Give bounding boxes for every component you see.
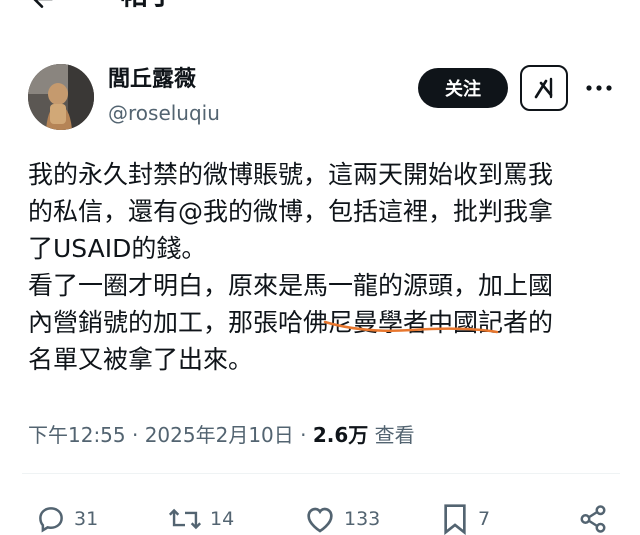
post-meta: 下午12:55 · 2025年2月10日 · 2.6万 查看 (28, 422, 415, 448)
top-bar: 帖子 (0, 0, 640, 14)
bookmark-icon (444, 504, 466, 535)
author-display-name[interactable]: 閭丘露薇 (108, 66, 196, 94)
views-label: 查看 (368, 423, 415, 447)
like-count: 133 (344, 508, 381, 530)
page-title: 帖子 (120, 0, 176, 12)
post-text: 我的永久封禁的微博賬號，這兩天開始收到罵我 的私信，還有@我的微博，包括這裡，批… (28, 160, 554, 374)
share-icon (580, 505, 606, 533)
repost-icon (168, 508, 202, 530)
like-button[interactable]: 133 (304, 503, 380, 535)
avatar[interactable] (28, 64, 94, 130)
more-options-icon[interactable] (582, 74, 616, 102)
back-arrow-icon[interactable] (30, 0, 56, 12)
bookmark-count: 7 (478, 508, 491, 530)
author-handle[interactable]: @roseluqiu (108, 100, 220, 126)
post-timestamp[interactable]: 下午12:55 · 2025年2月10日 · (28, 423, 313, 447)
follow-button[interactable]: 关注 (418, 68, 508, 108)
grok-icon (534, 77, 553, 99)
repost-count: 14 (210, 508, 235, 530)
grok-button[interactable] (520, 65, 568, 111)
share-button[interactable] (578, 503, 616, 535)
reply-icon (39, 507, 63, 533)
reply-button[interactable]: 31 (36, 503, 98, 535)
repost-button[interactable]: 14 (168, 503, 234, 535)
views-count: 2.6万 (312, 423, 369, 447)
divider (22, 473, 620, 474)
highlight-underline (323, 320, 499, 334)
bookmark-button[interactable]: 7 (440, 503, 490, 535)
reply-count: 31 (74, 508, 99, 530)
heart-icon (307, 507, 333, 533)
avatar-photo (28, 64, 94, 130)
